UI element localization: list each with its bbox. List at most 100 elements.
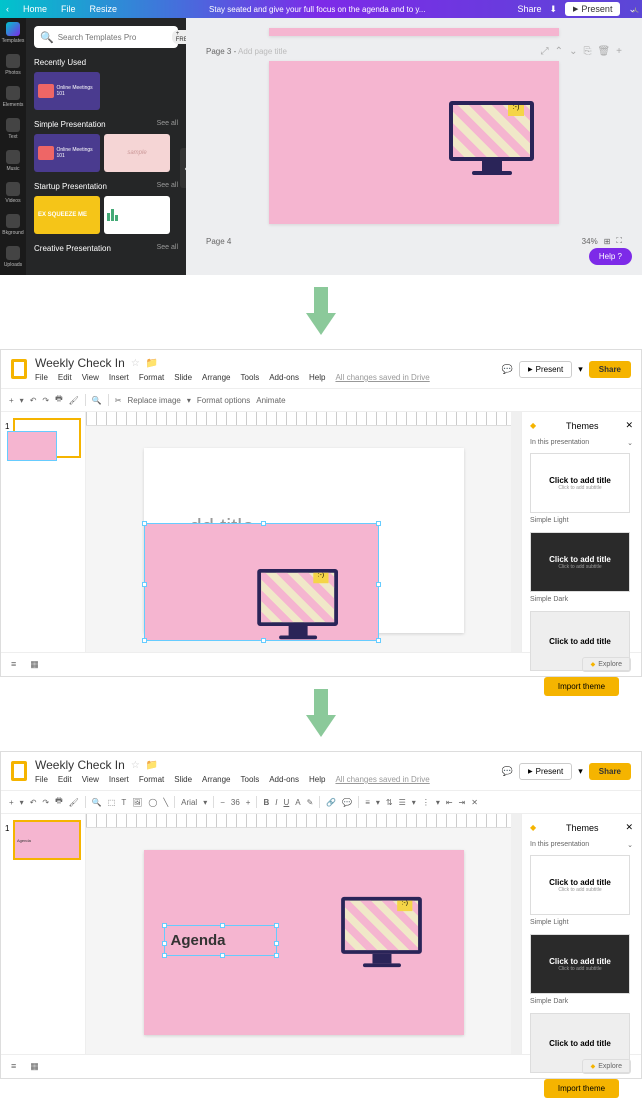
rail-elements[interactable]: Elements [3,86,24,108]
image-icon[interactable]: 🖼 [132,798,142,807]
see-all-link[interactable]: See all [157,244,178,253]
bullet-icon[interactable]: ⋮ [422,798,430,807]
import-theme-button[interactable]: Import theme [544,1079,619,1098]
redo-icon[interactable]: ↷ [42,798,49,807]
link-icon[interactable]: 🔗 [326,798,336,807]
theme-light[interactable]: Click to add titleClick to add subtitle [530,855,630,915]
list-icon[interactable]: ☰ [399,798,406,807]
fullscreen-icon[interactable]: ⛶ [616,236,622,246]
indent-inc-icon[interactable]: ⇥ [459,798,466,807]
menu-view[interactable]: View [82,775,99,784]
rail-photos[interactable]: Photos [5,54,21,76]
undo-icon[interactable]: ↶ [30,396,37,405]
slide[interactable]: :-) Agenda [144,850,464,1035]
doc-title[interactable]: Weekly Check In [35,356,125,370]
paint-icon[interactable]: 🖌 [69,396,79,405]
new-slide-icon[interactable]: + [9,396,14,405]
close-icon[interactable]: ✕ [625,420,633,431]
page-title-hint[interactable]: Add page title [238,47,287,56]
see-all-link[interactable]: See all [157,182,178,191]
menu-addons[interactable]: Add-ons [269,373,299,382]
doc-title[interactable]: Weekly Check In [35,758,125,772]
page2-slide[interactable] [269,28,559,36]
see-all-link[interactable]: See all [157,120,178,129]
paint-icon[interactable]: 🖌 [69,798,79,807]
zoom-icon[interactable]: 🔍 [92,396,102,405]
nav-resize[interactable]: Resize [90,4,118,14]
download-icon[interactable]: ⬇ [549,4,557,15]
sidebar-collapse[interactable]: ‹ [180,148,186,188]
highlight-icon[interactable]: ✎ [307,798,314,807]
menu-addons[interactable]: Add-ons [269,775,299,784]
print-icon[interactable]: 🖶 [55,795,63,809]
folder-icon[interactable]: 📁 [146,760,158,771]
slide[interactable]: dd title subtitle :-) [144,448,464,633]
font-size-dec[interactable]: − [220,798,225,807]
present-button[interactable]: Present [519,763,572,780]
nav-home[interactable]: Home [23,4,47,14]
grid-icon[interactable]: ⊞ [604,237,611,246]
page3-slide[interactable]: :-) [269,61,559,224]
search-box[interactable]: 🔍 + FREE [34,26,178,48]
expand-icon[interactable]: ⤢ [541,46,549,57]
add-page-icon[interactable]: + [616,46,622,57]
font-select[interactable]: Arial [181,798,197,807]
line-icon[interactable]: ╲ [163,798,168,807]
save-status[interactable]: All changes saved in Drive [335,775,429,784]
collapse-icon[interactable]: ㅅ [631,2,640,17]
share-button[interactable]: Share [589,361,631,378]
explore-button[interactable]: Explore [582,1059,631,1074]
nav-file[interactable]: File [61,4,76,14]
template-thumb[interactable]: Online Meetings 101 [34,72,100,110]
share-button[interactable]: Share [517,4,541,14]
new-slide-icon[interactable]: + [9,798,14,807]
menu-help[interactable]: Help [309,373,325,382]
menu-tools[interactable]: Tools [241,775,260,784]
star-icon[interactable]: ☆ [131,760,140,771]
zoom-icon[interactable]: 🔍 [92,798,102,807]
close-icon[interactable]: ✕ [625,822,633,833]
template-thumb[interactable]: EX SQUEEZE ME [34,196,100,234]
search-input[interactable] [58,33,168,42]
menu-file[interactable]: File [35,775,48,784]
slide-thumb-1[interactable]: Agenda [13,820,81,860]
template-thumb[interactable]: sample [104,134,170,172]
view-icon[interactable]: ≡ [11,1061,16,1072]
present-dropdown[interactable]: ▾ [578,766,583,777]
menu-tools[interactable]: Tools [241,373,260,382]
menu-arrange[interactable]: Arrange [202,775,230,784]
menu-insert[interactable]: Insert [109,373,129,382]
rail-music[interactable]: Music [6,150,20,172]
menu-help[interactable]: Help [309,775,325,784]
template-thumb[interactable]: Online Meetings 101 [34,134,100,172]
rail-background[interactable]: Bkground [2,214,23,236]
replace-image[interactable]: Replace image [127,396,180,405]
pasted-image[interactable]: :-) [144,523,379,641]
text-color-icon[interactable]: A [295,798,300,807]
import-theme-button[interactable]: Import theme [544,677,619,696]
menu-view[interactable]: View [82,373,99,382]
theme-dark[interactable]: Click to add titleClick to add subtitle [530,934,630,994]
redo-icon[interactable]: ↷ [42,396,49,405]
comments-icon[interactable]: 💬 [502,766,513,777]
menu-edit[interactable]: Edit [58,373,72,382]
undo-icon[interactable]: ↶ [30,798,37,807]
menu-arrange[interactable]: Arrange [202,373,230,382]
template-thumb[interactable] [104,196,170,234]
chevron-down-icon[interactable]: ⌄ [627,841,633,849]
format-options[interactable]: Format options [197,396,250,405]
trash-icon[interactable]: 🗑 [597,46,610,57]
scrollbar[interactable] [511,412,521,652]
present-dropdown[interactable]: ▾ [578,364,583,375]
agenda-textbox[interactable]: Agenda [164,925,277,956]
scrollbar[interactable] [511,814,521,1054]
star-icon[interactable]: ☆ [131,358,140,369]
down-icon[interactable]: ⌄ [569,46,577,57]
slide-thumb-1[interactable] [13,418,81,458]
rail-videos[interactable]: Videos [5,182,20,204]
zoom-level[interactable]: 34% [582,237,598,246]
underline-icon[interactable]: U [283,798,289,807]
bold-icon[interactable]: B [263,798,269,807]
menu-format[interactable]: Format [139,373,164,382]
save-status[interactable]: All changes saved in Drive [335,373,429,382]
